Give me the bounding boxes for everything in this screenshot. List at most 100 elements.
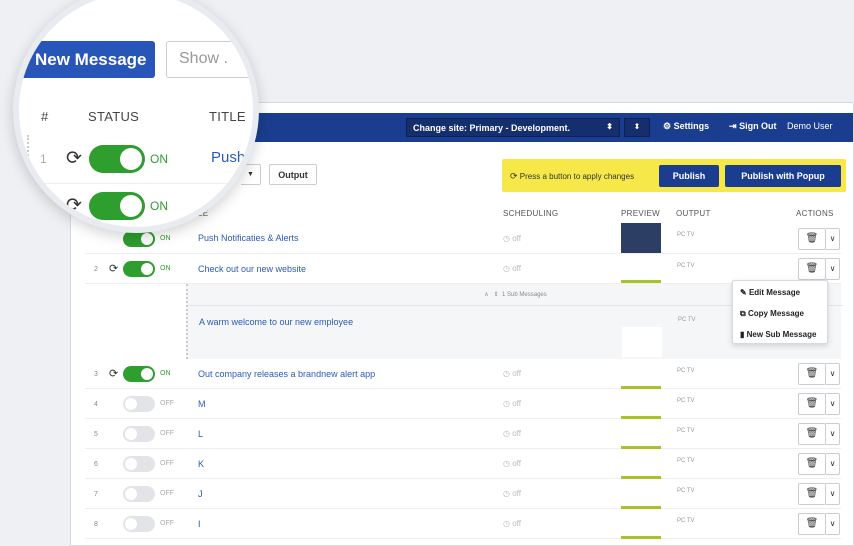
publish-with-popup-button[interactable]: Publish with Popup bbox=[725, 165, 841, 187]
message-title-link[interactable]: I bbox=[198, 519, 201, 529]
site-select-secondary-dropdown[interactable]: ⬍ bbox=[624, 118, 650, 137]
message-title-link[interactable]: Push Notificaties & Alerts bbox=[198, 233, 299, 243]
delete-button[interactable]: 🗑 bbox=[798, 258, 826, 280]
row-number: 3 bbox=[94, 371, 98, 378]
column-header-output: OUTPUT bbox=[676, 209, 711, 218]
sub-message-title-link[interactable]: A warm welcome to our new employee bbox=[199, 317, 353, 327]
message-title-link[interactable]: M bbox=[198, 399, 206, 409]
output-button[interactable]: Output bbox=[269, 164, 317, 185]
edit-message-menu-item[interactable]: ✎ Edit Message bbox=[740, 288, 800, 297]
site-select-dropdown[interactable]: Change site: Primary - Development. ⬍ bbox=[406, 118, 620, 137]
publish-button[interactable]: Publish bbox=[659, 165, 719, 187]
table-row[interactable]: 3 ⟳ ON Out company releases a brandnew a… bbox=[85, 359, 841, 389]
table-row[interactable]: 8 OFF I ◷ off PC TV 🗑 ∨ bbox=[85, 509, 841, 539]
delete-button[interactable]: 🗑 bbox=[798, 363, 826, 385]
delete-button[interactable]: 🗑 bbox=[798, 483, 826, 505]
magnified-row[interactable]: 1 ⟳ ON Push bbox=[19, 135, 253, 184]
output-devices: PC TV bbox=[677, 428, 695, 434]
sync-icon: ⟳ bbox=[109, 368, 119, 380]
settings-link[interactable]: ⚙ Settings bbox=[663, 121, 709, 132]
new-sub-message-menu-item[interactable]: ▮ New Sub Message bbox=[740, 330, 816, 339]
actions-dropdown-button[interactable]: ∨ bbox=[826, 258, 840, 280]
status-toggle[interactable] bbox=[89, 192, 145, 220]
message-title-link[interactable]: L bbox=[198, 429, 203, 439]
status-label: ON bbox=[150, 199, 168, 213]
table-row[interactable]: 6 OFF K ◷ off PC TV 🗑 ∨ bbox=[85, 449, 841, 479]
sign-out-icon: ⇥ bbox=[729, 121, 737, 131]
table-row[interactable]: 4 OFF M ◷ off PC TV 🗑 ∨ bbox=[85, 389, 841, 419]
sign-out-link[interactable]: ⇥ Sign Out bbox=[729, 121, 777, 132]
magnified-row[interactable]: ⟳ ON bbox=[19, 184, 253, 227]
column-header-scheduling[interactable]: SCHEDULING bbox=[503, 209, 558, 218]
actions-dropdown-button[interactable]: ∨ bbox=[826, 228, 840, 250]
notice-text: ⟳ Press a button to apply changes bbox=[510, 171, 635, 181]
scheduling-status: ◷ off bbox=[503, 519, 521, 528]
output-devices: PC TV bbox=[678, 317, 696, 323]
sub-preview-thumbnail[interactable] bbox=[622, 327, 662, 357]
preview-thumbnail[interactable] bbox=[621, 223, 661, 253]
output-devices: PC TV bbox=[677, 263, 695, 269]
status-toggle[interactable] bbox=[123, 366, 155, 382]
table-row[interactable]: 2 ⟳ ON Check out our new website ◷ off P… bbox=[85, 254, 841, 284]
status-label: ON bbox=[160, 235, 171, 242]
trash-icon: 🗑 bbox=[805, 263, 819, 274]
preview-thumbnail[interactable] bbox=[621, 419, 661, 449]
table-row[interactable]: 7 OFF J ◷ off PC TV 🗑 ∨ bbox=[85, 479, 841, 509]
trash-icon: 🗑 bbox=[805, 428, 819, 439]
sync-icon: ⟳ bbox=[66, 195, 82, 216]
magnifier-callout: New Message Show . # STATUS TITLE 1 ⟳ ON… bbox=[13, 0, 259, 233]
status-toggle[interactable] bbox=[123, 261, 155, 277]
actions-dropdown-button[interactable]: ∨ bbox=[826, 483, 840, 505]
chevron-down-icon: ∨ bbox=[829, 369, 836, 378]
actions-dropdown-button[interactable]: ∨ bbox=[826, 513, 840, 535]
actions-dropdown-button[interactable]: ∨ bbox=[826, 423, 840, 445]
scheduling-status: ◷ off bbox=[503, 264, 521, 273]
message-title-link[interactable]: Check out our new website bbox=[198, 264, 306, 274]
message-title-link[interactable]: K bbox=[198, 459, 204, 469]
site-select-label: Change site: Primary - Development. bbox=[413, 123, 571, 133]
preview-thumbnail[interactable] bbox=[621, 509, 661, 539]
column-header-status: STATUS bbox=[88, 109, 140, 124]
preview-thumbnail[interactable] bbox=[621, 256, 661, 283]
scheduling-status: ◷ off bbox=[503, 429, 521, 438]
table-row[interactable]: ON Push Notificaties & Alerts ◷ off PC T… bbox=[85, 223, 841, 254]
delete-button[interactable]: 🗑 bbox=[798, 453, 826, 475]
status-toggle[interactable] bbox=[123, 516, 155, 532]
column-header-preview: PREVIEW bbox=[621, 209, 660, 218]
message-title-link[interactable]: Push bbox=[211, 149, 245, 166]
delete-button[interactable]: 🗑 bbox=[798, 228, 826, 250]
status-toggle[interactable] bbox=[123, 456, 155, 472]
trash-icon: 🗑 bbox=[805, 458, 819, 469]
delete-button[interactable]: 🗑 bbox=[798, 513, 826, 535]
output-devices: PC TV bbox=[677, 368, 695, 374]
status-toggle[interactable] bbox=[123, 426, 155, 442]
status-toggle[interactable] bbox=[123, 231, 155, 247]
trash-icon: 🗑 bbox=[805, 488, 819, 499]
scheduling-status: ◷ off bbox=[503, 459, 521, 468]
trash-icon: 🗑 bbox=[805, 398, 819, 409]
preview-thumbnail[interactable] bbox=[621, 479, 661, 509]
delete-button[interactable]: 🗑 bbox=[798, 423, 826, 445]
column-header-number: # bbox=[41, 109, 49, 124]
output-devices: PC TV bbox=[677, 488, 695, 494]
status-toggle[interactable] bbox=[89, 145, 145, 173]
copy-message-menu-item[interactable]: ⧉ Copy Message bbox=[740, 309, 804, 319]
preview-thumbnail[interactable] bbox=[621, 359, 661, 389]
row-number: 1 bbox=[40, 152, 47, 166]
chevron-down-icon: ∨ bbox=[829, 264, 836, 273]
status-toggle[interactable] bbox=[123, 396, 155, 412]
status-toggle[interactable] bbox=[123, 486, 155, 502]
message-title-link[interactable]: J bbox=[198, 489, 203, 499]
actions-dropdown-button[interactable]: ∨ bbox=[826, 393, 840, 415]
actions-dropdown-button[interactable]: ∨ bbox=[826, 363, 840, 385]
user-name: Demo User bbox=[787, 121, 833, 131]
preview-thumbnail[interactable] bbox=[621, 389, 661, 419]
message-title-link[interactable]: Out company releases a brandnew alert ap… bbox=[198, 369, 375, 379]
new-message-button[interactable]: New Message bbox=[19, 41, 155, 78]
show-dropdown[interactable]: Show . bbox=[166, 41, 253, 78]
actions-dropdown-button[interactable]: ∨ bbox=[826, 453, 840, 475]
delete-button[interactable]: 🗑 bbox=[798, 393, 826, 415]
table-row[interactable]: 5 OFF L ◷ off PC TV 🗑 ∨ bbox=[85, 419, 841, 449]
preview-thumbnail[interactable] bbox=[621, 449, 661, 479]
row-number: 8 bbox=[94, 521, 98, 528]
